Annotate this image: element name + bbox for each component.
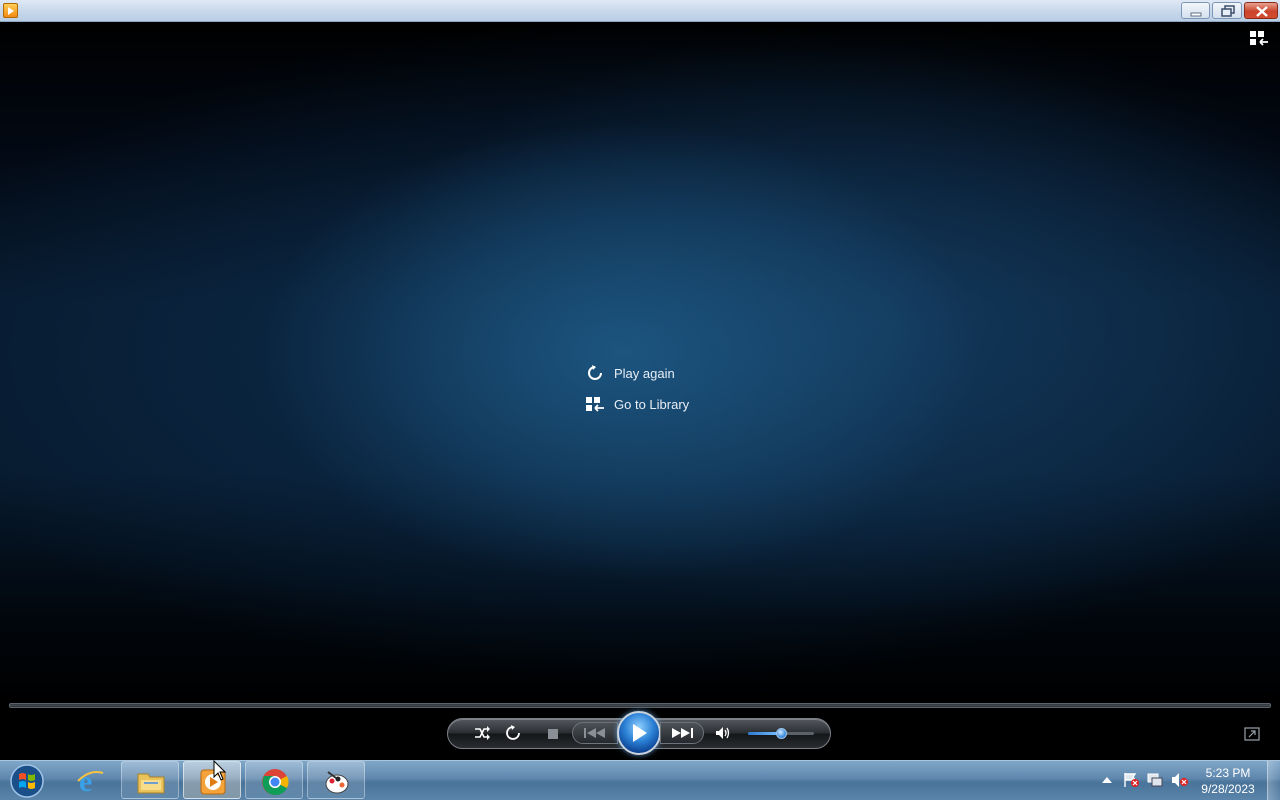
show-desktop-button[interactable] (1267, 761, 1280, 800)
show-hidden-icons-button[interactable] (1099, 772, 1115, 788)
windows-logo-icon (10, 764, 44, 798)
end-of-media-menu: Play again Go to Library (585, 362, 689, 424)
restore-icon (1221, 5, 1235, 17)
play-icon (633, 724, 647, 742)
clock-date: 9/28/2023 (1201, 782, 1255, 796)
taskbar-clock[interactable]: 5:23 PM 9/28/2023 (1196, 765, 1260, 797)
taskbar-paint-app[interactable] (307, 761, 365, 799)
previous-icon (584, 728, 605, 738)
volume-slider-thumb[interactable] (776, 728, 787, 739)
start-button[interactable] (6, 762, 46, 798)
library-icon (585, 394, 605, 414)
action-center-button[interactable] (1123, 772, 1139, 788)
play-again-link[interactable]: Play again (585, 362, 689, 384)
clock-time: 5:23 PM (1205, 766, 1251, 780)
close-button[interactable] (1244, 2, 1278, 19)
previous-button[interactable] (572, 722, 618, 744)
shuffle-icon (475, 726, 490, 740)
fullscreen-icon (1244, 727, 1260, 741)
speaker-icon (716, 727, 730, 739)
next-icon (672, 728, 693, 738)
action-center-flag-icon (1124, 773, 1139, 787)
show-hidden-icons-arrow (1102, 777, 1112, 783)
desktop: Play again Go to Library e 5:23 PM 9/28/… (0, 0, 1280, 800)
paint-app-icon (325, 771, 349, 794)
next-button[interactable] (660, 722, 704, 744)
title-bar[interactable] (0, 0, 1280, 22)
switch-to-library-button[interactable] (1249, 30, 1269, 46)
restore-button[interactable] (1212, 2, 1242, 19)
go-to-library-label: Go to Library (614, 396, 690, 412)
repeat-button[interactable] (504, 724, 522, 742)
close-icon (1256, 6, 1268, 17)
media-player-app-icon[interactable] (3, 3, 18, 18)
stop-button[interactable] (545, 726, 561, 742)
internet-explorer-icon: e (77, 765, 104, 795)
minimize-button[interactable] (1181, 2, 1210, 19)
taskbar-windows-media-player[interactable] (183, 761, 241, 799)
file-explorer-icon (137, 773, 165, 794)
network-button[interactable] (1147, 772, 1163, 788)
taskbar-chrome[interactable] (245, 761, 303, 799)
mouse-pointer-icon (213, 759, 227, 787)
go-to-library-link[interactable]: Go to Library (585, 393, 689, 415)
switch-to-library-icon (1250, 31, 1268, 46)
taskbar-internet-explorer[interactable]: e (61, 761, 119, 799)
seek-bar[interactable] (9, 703, 1271, 708)
minimize-icon (1190, 12, 1202, 17)
mute-button[interactable] (714, 724, 732, 742)
volume-tray-button[interactable] (1171, 772, 1188, 788)
shuffle-button[interactable] (472, 724, 492, 742)
replay-icon (585, 363, 605, 383)
network-icon (1147, 773, 1163, 787)
volume-muted-icon (1172, 773, 1188, 787)
repeat-icon (506, 725, 520, 740)
svg-text:e: e (79, 765, 92, 795)
play-button[interactable] (617, 711, 661, 755)
stop-icon (548, 729, 558, 739)
chrome-icon (262, 769, 289, 796)
fullscreen-button[interactable] (1244, 727, 1260, 741)
taskbar-file-explorer[interactable] (121, 761, 179, 799)
play-again-label: Play again (614, 365, 675, 381)
